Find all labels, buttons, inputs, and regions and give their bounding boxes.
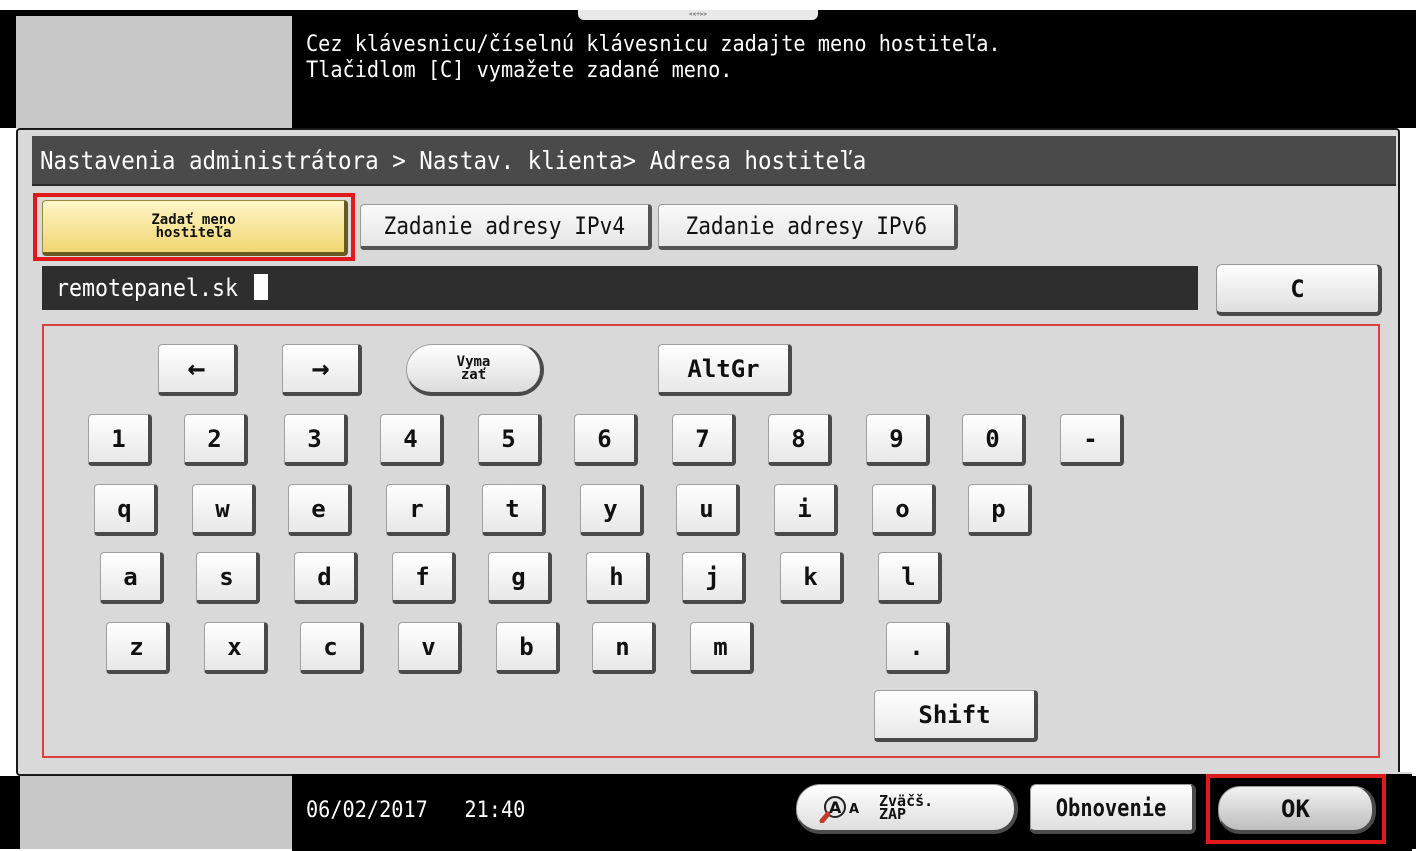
delete-key-label: Vyma zať [456,353,491,383]
panel-handle[interactable]: <<+>> [578,10,818,20]
key-s[interactable]: s [196,552,260,604]
key-o[interactable]: o [872,484,936,536]
clear-button[interactable]: C [1216,264,1382,316]
tab-ipv4-label: Zadanie adresy IPv4 [383,211,626,240]
key-4[interactable]: 4 [380,414,444,466]
shift-key[interactable]: Shift [874,690,1038,742]
tab-enter-hostname[interactable]: Zadať meno hostiteľa [42,200,348,256]
key-w[interactable]: w [192,484,256,536]
key-d[interactable]: d [294,552,358,604]
key-g[interactable]: g [488,552,552,604]
key-3[interactable]: 3 [284,414,348,466]
key-8[interactable]: 8 [768,414,832,466]
refresh-button-label: Obnovenie [1056,793,1167,822]
key-p[interactable]: p [968,484,1032,536]
key-u[interactable]: u [676,484,740,536]
date-time: 06/02/2017 21:40 [306,798,525,823]
time: 21:40 [464,798,526,823]
altgr-key[interactable]: AltGr [658,344,792,396]
key-h[interactable]: h [586,552,650,604]
key-9[interactable]: 9 [866,414,930,466]
key-t[interactable]: t [482,484,546,536]
key-l[interactable]: l [878,552,942,604]
date: 06/02/2017 [306,798,428,823]
key-c[interactable]: c [300,622,364,674]
cursor-left-key[interactable]: ← [158,344,238,396]
key-dot[interactable]: . [886,622,950,674]
clear-button-label: C [1290,274,1305,303]
key-2[interactable]: 2 [184,414,248,466]
key-minus[interactable]: - [1060,414,1124,466]
svg-text:A: A [849,802,859,817]
status-side-panel [20,776,292,849]
hostname-input[interactable]: remotepanel.sk [42,266,1198,310]
key-i[interactable]: i [774,484,838,536]
key-5[interactable]: 5 [478,414,542,466]
hostname-input-value: remotepanel.sk [56,274,239,302]
key-m[interactable]: m [690,622,754,674]
breadcrumb: Nastavenia administrátora > Nastav. klie… [40,146,867,175]
delete-key[interactable]: Vyma zať [406,344,544,396]
key-x[interactable]: x [204,622,268,674]
key-n[interactable]: n [592,622,656,674]
key-q[interactable]: q [94,484,158,536]
cursor-right-key[interactable]: → [282,344,362,396]
tab-enter-hostname-label: Zadať meno hostiteľa [151,211,236,241]
tab-ipv6-address[interactable]: Zadanie adresy IPv6 [658,204,958,250]
key-a[interactable]: a [100,552,164,604]
svg-text:A: A [829,798,842,817]
key-y[interactable]: y [580,484,644,536]
tab-ipv6-label: Zadanie adresy IPv6 [685,211,928,240]
tab-ipv4-address[interactable]: Zadanie adresy IPv4 [360,204,652,250]
key-r[interactable]: r [386,484,450,536]
key-f[interactable]: f [392,552,456,604]
zoom-button[interactable]: A A Zväčš. ZAP [796,784,1018,834]
magnify-text-icon: A A [819,793,873,823]
key-b[interactable]: b [496,622,560,674]
key-7[interactable]: 7 [672,414,736,466]
text-cursor [254,274,269,300]
key-1[interactable]: 1 [88,414,152,466]
ok-button[interactable]: OK [1218,786,1376,834]
key-k[interactable]: k [780,552,844,604]
key-v[interactable]: v [398,622,462,674]
key-e[interactable]: e [288,484,352,536]
zoom-button-label: Zväčš. ZAP [879,791,934,823]
key-j[interactable]: j [682,552,746,604]
key-6[interactable]: 6 [574,414,638,466]
key-0[interactable]: 0 [962,414,1026,466]
message-side-panel [16,16,292,128]
instruction-message: Cez klávesnicu/číselnú klávesnicu zadajt… [306,32,1001,83]
key-z[interactable]: z [106,622,170,674]
ok-button-label: OK [1281,794,1310,823]
refresh-button[interactable]: Obnovenie [1030,784,1196,834]
